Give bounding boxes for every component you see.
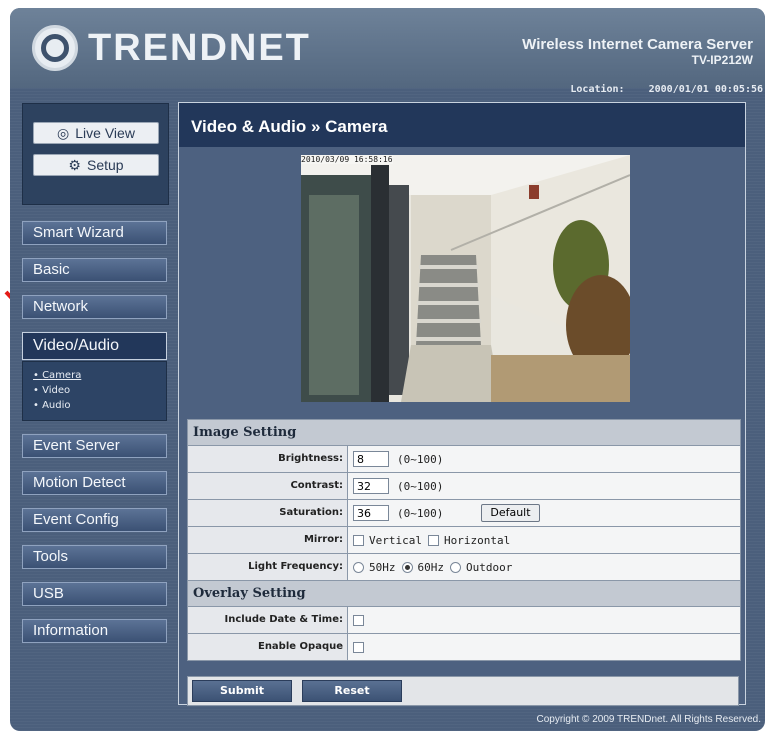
location-bar: Location: 2000/01/01 00:05:56 <box>552 84 763 95</box>
trendnet-logo: TRENDNET <box>32 25 311 71</box>
vertical-checkbox[interactable] <box>353 534 364 546</box>
gear-icon: ⚙ <box>68 156 81 173</box>
nav-motion-detect[interactable]: Motion Detect <box>22 471 167 495</box>
mode-panel: ◎ Live View ⚙ Setup <box>22 103 169 205</box>
label-60hz: 60Hz <box>417 560 445 574</box>
nav-network[interactable]: Network <box>22 295 167 319</box>
mirror-label: Mirror: <box>188 527 348 553</box>
nav-smart-wizard[interactable]: Smart Wizard <box>22 221 167 245</box>
setup-button[interactable]: ⚙ Setup <box>33 154 159 176</box>
nav-event-server[interactable]: Event Server <box>22 434 167 458</box>
live-view-icon: ◎ <box>57 124 70 141</box>
reset-button[interactable]: Reset <box>302 680 402 702</box>
contrast-row: Contrast: (0~100) <box>188 473 740 500</box>
saturation-range: (0~100) <box>397 506 444 520</box>
light-frequency-row: Light Frequency: 50Hz 60Hz Outdoor <box>188 554 740 581</box>
action-bar: Submit Reset <box>187 676 739 706</box>
label-outdoor: Outdoor <box>466 560 513 574</box>
camera-image <box>301 155 630 402</box>
nav-tools[interactable]: Tools <box>22 545 167 569</box>
subnav-camera[interactable]: • Camera <box>33 368 166 383</box>
include-date-time-checkbox[interactable] <box>353 614 364 626</box>
title-bar: Video & Audio » Camera <box>179 103 745 147</box>
radio-50hz[interactable] <box>353 561 364 573</box>
enable-opaque-checkbox[interactable] <box>353 641 364 653</box>
saturation-input[interactable] <box>353 505 389 521</box>
contrast-label: Contrast: <box>188 473 348 499</box>
radio-outdoor[interactable] <box>450 561 461 573</box>
live-view-label: Live View <box>75 125 135 141</box>
light-frequency-label: Light Frequency: <box>188 554 348 580</box>
contrast-range: (0~100) <box>397 479 444 493</box>
page-title: Video & Audio » Camera <box>191 117 388 136</box>
nav-information[interactable]: Information <box>22 619 167 643</box>
image-setting-header: Image Setting <box>188 420 740 446</box>
enable-opaque-row: Enable Opaque <box>188 634 740 660</box>
brightness-input[interactable] <box>353 451 389 467</box>
contrast-input[interactable] <box>353 478 389 494</box>
vertical-label: Vertical <box>369 533 422 547</box>
product-info: Wireless Internet Camera Server TV-IP212… <box>522 36 753 67</box>
enable-opaque-label: Enable Opaque <box>188 634 348 660</box>
overlay-setting-header: Overlay Setting <box>188 581 740 607</box>
location-label: Location: <box>570 84 625 95</box>
saturation-row: Saturation: (0~100) Default <box>188 500 740 527</box>
header: TRENDNET Wireless Internet Camera Server… <box>10 8 765 88</box>
subnav-video-audio: • Camera • Video • Audio <box>22 361 167 421</box>
saturation-label: Saturation: <box>188 500 348 526</box>
nav-basic[interactable]: Basic <box>22 258 167 282</box>
mirror-row: Mirror: Vertical Horizontal <box>188 527 740 554</box>
label-50hz: 50Hz <box>369 560 396 574</box>
include-date-time-row: Include Date & Time: <box>188 607 740 634</box>
brightness-label: Brightness: <box>188 446 348 472</box>
model-number: TV-IP212W <box>691 53 753 67</box>
nav-usb[interactable]: USB <box>22 582 167 606</box>
subnav-video[interactable]: • Video <box>33 383 166 398</box>
location-datetime: 2000/01/01 00:05:56 <box>648 84 763 95</box>
product-line: Wireless Internet Camera Server <box>522 36 753 53</box>
live-view-button[interactable]: ◎ Live View <box>33 122 159 144</box>
brightness-row: Brightness: (0~100) <box>188 446 740 473</box>
video-timestamp: 2010/03/09 16:58:16 <box>301 155 393 164</box>
nav-video-audio[interactable]: Video/Audio <box>22 332 167 360</box>
camera-video-feed: 2010/03/09 16:58:16 <box>301 155 630 402</box>
radio-60hz[interactable] <box>401 561 413 573</box>
default-button[interactable]: Default <box>481 504 540 522</box>
settings-panel: Image Setting Brightness: (0~100) Contra… <box>187 419 741 661</box>
logo-text: TRENDNET <box>88 26 311 69</box>
brightness-range: (0~100) <box>397 452 444 466</box>
horizontal-label: Horizontal <box>443 533 511 547</box>
subnav-audio[interactable]: • Audio <box>33 398 166 413</box>
submit-button[interactable]: Submit <box>192 680 292 702</box>
setup-label: Setup <box>86 157 124 173</box>
nav-event-config[interactable]: Event Config <box>22 508 167 532</box>
logo-icon <box>32 25 78 71</box>
horizontal-checkbox[interactable] <box>427 534 439 546</box>
main-content: Video & Audio » Camera 2010/03/09 16:58:… <box>178 102 746 706</box>
include-date-time-label: Include Date & Time: <box>188 607 348 633</box>
copyright: Copyright © 2009 TRENDnet. All Rights Re… <box>536 714 761 725</box>
